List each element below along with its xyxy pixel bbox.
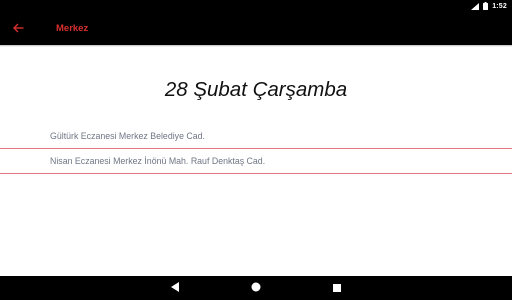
nav-recents-button[interactable] bbox=[322, 276, 352, 300]
wifi-icon bbox=[471, 2, 480, 10]
toolbar-shadow bbox=[0, 45, 512, 47]
pharmacy-item-label: Gültürk Eczanesi Merkez Belediye Cad. bbox=[50, 131, 205, 141]
pharmacy-list: Gültürk Eczanesi Merkez Belediye Cad. Ni… bbox=[0, 124, 512, 174]
nav-home-button[interactable] bbox=[241, 276, 271, 300]
toolbar: Merkez bbox=[0, 12, 512, 45]
arrow-back-icon bbox=[12, 20, 24, 38]
status-bar: 1:52 bbox=[0, 0, 512, 12]
pharmacy-item-label: Nisan Eczanesi Merkez İnönü Mah. Rauf De… bbox=[50, 156, 266, 166]
nav-home-icon bbox=[251, 279, 261, 297]
date-heading: 28 Şubat Çarşamba bbox=[164, 78, 348, 101]
back-button[interactable] bbox=[2, 12, 34, 45]
navigation-bar bbox=[0, 276, 512, 300]
battery-icon bbox=[483, 2, 489, 10]
app-screen: 1:52 Merkez 28 Şubat Çarşamba Gültürk Ec… bbox=[0, 0, 512, 300]
list-item[interactable]: Gültürk Eczanesi Merkez Belediye Cad. bbox=[0, 124, 512, 149]
nav-recents-icon bbox=[333, 279, 341, 297]
status-time: 1:52 bbox=[492, 2, 507, 10]
nav-back-button[interactable] bbox=[160, 276, 190, 300]
toolbar-title: Merkez bbox=[56, 23, 89, 34]
list-item[interactable]: Nisan Eczanesi Merkez İnönü Mah. Rauf De… bbox=[0, 149, 512, 174]
nav-back-icon bbox=[170, 279, 180, 297]
